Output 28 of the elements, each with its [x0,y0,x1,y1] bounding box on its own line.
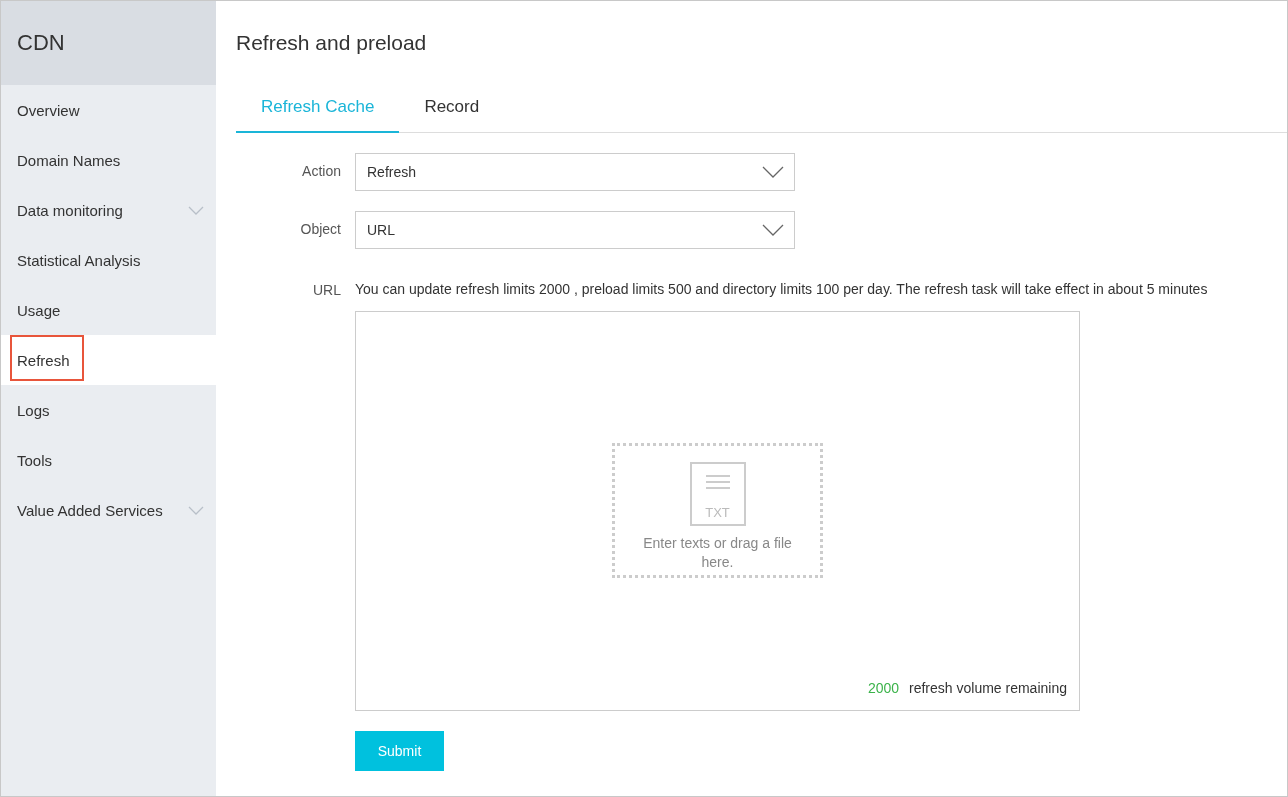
field-label: Action [301,162,342,181]
app-title: CDN [17,30,65,56]
object-dropdown[interactable]: URL [355,211,795,249]
action-dropdown[interactable]: Refresh [355,153,795,191]
file-drop-zone[interactable]: TXT Enter texts or drag a file here. [612,443,823,578]
url-text-area[interactable]: TXT Enter texts or drag a file here. 2000 refresh volume remaining [355,311,1080,711]
remaining-count: 2000 [867,680,900,696]
field-label: Object [299,220,342,239]
limit-hint: You can update refresh limits 2000 , preload limits 500 and directory limits 100 per day. The refresh task will take effect in about 5 minutes [355,281,1208,299]
field-label: URL [312,281,342,300]
sidebar-item[interactable]: Refresh [1,335,216,385]
chevron-down-icon [762,166,784,178]
sidebar-item[interactable]: Domain Names [1,135,216,185]
text-file-icon: TXT [689,462,746,526]
drop-instructions: Enter texts or drag a file here. [642,534,793,572]
sidebar-item[interactable]: Statistical Analysis [1,235,216,285]
chevron-down-icon [188,205,204,215]
chevron-down-icon [762,224,784,236]
sidebar-item[interactable]: Tools [1,435,216,485]
tab[interactable]: Record [399,83,505,133]
page-title: Refresh and preload [236,31,428,56]
sidebar-item[interactable]: Value Added Services [1,485,216,535]
sidebar-item[interactable]: Data monitoring [1,185,216,235]
sidebar-item[interactable]: Overview [1,85,216,135]
remaining-label: refresh volume remaining [909,680,1067,696]
chevron-down-icon [188,505,204,515]
sidebar-item[interactable]: Logs [1,385,216,435]
sidebar-item[interactable]: Usage [1,285,216,335]
